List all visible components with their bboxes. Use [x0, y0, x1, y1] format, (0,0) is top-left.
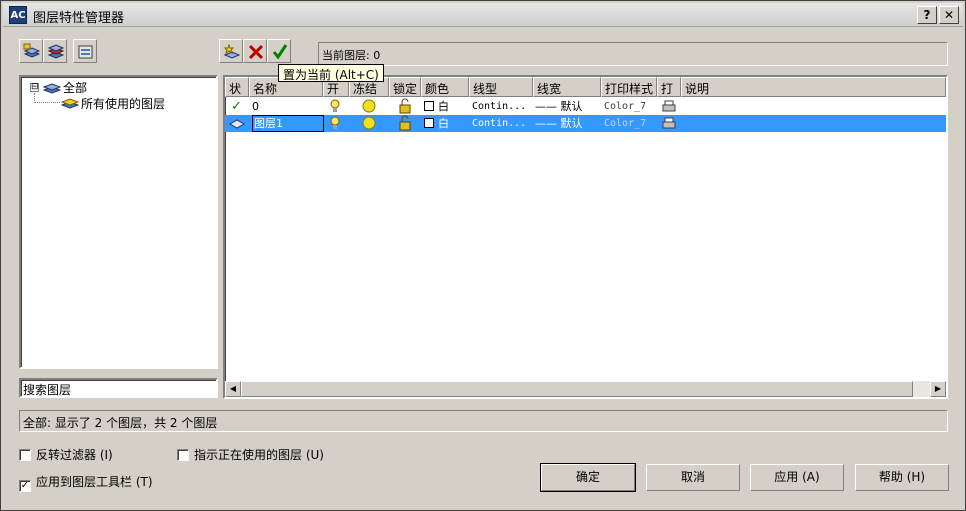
filter-tree-panel[interactable]: ⊟ 全部 所有使用的图层: [19, 75, 218, 369]
set-current-button[interactable]: [267, 39, 291, 63]
col-status[interactable]: 状: [225, 77, 249, 97]
sun-thawed-icon[interactable]: [361, 115, 379, 132]
all-layers-icon: [43, 83, 61, 94]
checkbox-label: 应用到图层工具栏 (T): [36, 475, 153, 489]
window-title: 图层特性管理器: [33, 11, 125, 26]
color-swatch: [424, 101, 434, 111]
lock-open-icon[interactable]: [397, 115, 415, 132]
layer-name[interactable]: 0: [252, 98, 322, 115]
used-layers-icon: [61, 98, 79, 109]
plotstyle-cell[interactable]: Color_7: [604, 98, 656, 115]
group-filter-icon: [47, 44, 65, 59]
layer-status-icon: [229, 115, 247, 132]
layer-list-grid[interactable]: 状 名称 开 冻结 锁定 颜色 线型 线宽 打印样式 打 说明 ✓ 0 白 Co…: [223, 75, 948, 399]
apply-button[interactable]: 应用 (A): [750, 464, 844, 491]
checkbox-label: 反转过滤器 (I): [36, 448, 113, 462]
scroll-thumb[interactable]: [241, 381, 913, 397]
printer-icon[interactable]: [661, 115, 679, 132]
new-layer-icon: [223, 43, 241, 59]
autocad-app-icon: AC: [9, 6, 27, 24]
col-plotstyle[interactable]: 打印样式: [601, 77, 657, 97]
checkmark-icon: [272, 44, 288, 60]
ok-button[interactable]: 确定: [540, 463, 636, 492]
col-linetype[interactable]: 线型: [469, 77, 533, 97]
tree-item-all[interactable]: 全部: [63, 79, 87, 96]
new-property-filter-button[interactable]: [19, 39, 43, 63]
col-description[interactable]: 说明: [681, 77, 946, 97]
linetype-cell[interactable]: Contin...: [472, 115, 532, 132]
set-current-tooltip: 置为当前 (Alt+C): [278, 64, 384, 82]
new-layer-button[interactable]: [219, 39, 243, 63]
help-button[interactable]: 帮助 (H): [855, 464, 949, 491]
title-bar[interactable]: AC 图层特性管理器 ? ✕: [3, 3, 963, 27]
checkbox-checked[interactable]: ✓: [19, 480, 31, 492]
color-cell[interactable]: 白: [424, 115, 468, 132]
checkbox-label: 指示正在使用的图层 (U): [194, 448, 324, 462]
layer-filter-icon: [23, 43, 41, 58]
sun-thawed-icon[interactable]: [361, 98, 379, 115]
lightbulb-on-icon[interactable]: [329, 98, 345, 115]
lightbulb-on-icon[interactable]: [329, 115, 345, 132]
delete-x-icon: [248, 44, 264, 60]
color-cell[interactable]: 白: [424, 98, 468, 115]
color-name: 白: [438, 117, 449, 130]
layer-states-icon: [78, 45, 93, 59]
current-layer-display: 当前图层: 0: [318, 42, 948, 66]
checkbox-box[interactable]: [177, 449, 189, 461]
col-lock[interactable]: 锁定: [389, 77, 421, 97]
collapse-icon[interactable]: ⊟: [30, 83, 39, 92]
scroll-right-button[interactable]: ▶: [930, 381, 946, 397]
col-color[interactable]: 颜色: [421, 77, 469, 97]
help-title-button[interactable]: ?: [917, 6, 937, 24]
checkbox-box[interactable]: [19, 449, 31, 461]
color-swatch: [424, 118, 434, 128]
layer-name-edit-input[interactable]: 图层1: [252, 115, 324, 132]
delete-layer-button[interactable]: [243, 39, 267, 63]
plotstyle-cell[interactable]: Color_7: [604, 115, 656, 132]
linetype-cell[interactable]: Contin...: [472, 98, 532, 115]
search-layers-input[interactable]: 搜索图层: [19, 378, 218, 398]
layer-properties-dialog: AC 图层特性管理器 ? ✕ 当前图层: 0 ⊟ 全部 所有使用的图层 搜索图层…: [0, 0, 966, 511]
current-status-icon: ✓: [231, 99, 242, 114]
invert-filter-checkbox[interactable]: 反转过滤器 (I): [19, 446, 113, 463]
lineweight-cell[interactable]: —— 默认: [535, 115, 599, 132]
cancel-button[interactable]: 取消: [646, 464, 740, 491]
tree-connector: [34, 102, 60, 103]
apply-to-toolbar-checkbox[interactable]: ✓ 应用到图层工具栏 (T): [19, 473, 153, 492]
printer-icon[interactable]: [661, 98, 679, 115]
close-button[interactable]: ✕: [939, 6, 959, 24]
col-lineweight[interactable]: 线宽: [533, 77, 601, 97]
color-name: 白: [438, 100, 449, 113]
layer-states-manager-button[interactable]: [73, 39, 97, 63]
horizontal-scrollbar[interactable]: ◀ ▶: [225, 381, 946, 397]
scroll-left-button[interactable]: ◀: [225, 381, 241, 397]
tree-item-used-layers[interactable]: 所有使用的图层: [81, 95, 165, 112]
lock-open-icon[interactable]: [397, 98, 415, 115]
layer-row[interactable]: ✓ 0 白 Contin... —— 默认 Color_7: [225, 98, 946, 115]
col-plot[interactable]: 打: [657, 77, 681, 97]
new-group-filter-button[interactable]: [43, 39, 67, 63]
status-bar: 全部: 显示了 2 个图层，共 2 个图层: [19, 410, 948, 432]
lineweight-cell[interactable]: —— 默认: [535, 98, 599, 115]
layer-row-selected[interactable]: 图层1 白 Contin... —— 默认 Color_7: [225, 115, 946, 132]
indicate-in-use-checkbox[interactable]: 指示正在使用的图层 (U): [177, 446, 324, 463]
